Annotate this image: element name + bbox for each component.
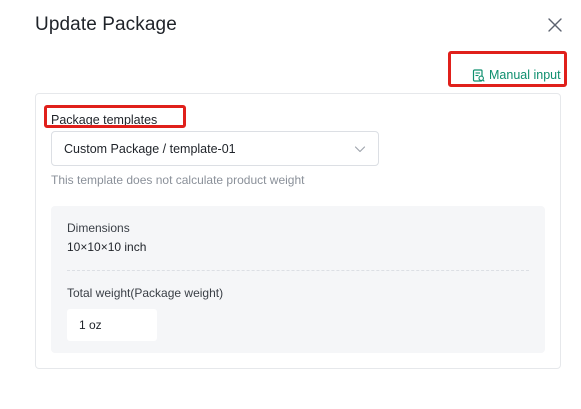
update-package-dialog: Update Package Manual input Package temp… — [0, 0, 581, 409]
package-templates-label: Package templates — [51, 113, 158, 127]
dimensions-value: 10×10×10 inch — [67, 240, 147, 254]
total-weight-label: Total weight(Package weight) — [67, 286, 224, 300]
manual-input-label: Manual input — [489, 68, 561, 82]
manual-input-button[interactable]: Manual input — [472, 68, 561, 82]
total-weight-field[interactable]: 1 oz — [67, 309, 157, 341]
dimensions-label: Dimensions — [67, 221, 130, 235]
template-hint-text: This template does not calculate product… — [51, 173, 305, 187]
edit-doc-icon — [472, 68, 485, 82]
package-template-select[interactable]: Custom Package / template-01 — [51, 131, 379, 166]
dashed-divider — [67, 270, 529, 271]
package-template-selected-value: Custom Package / template-01 — [64, 141, 236, 156]
dialog-title: Update Package — [35, 14, 177, 35]
chevron-down-icon — [354, 146, 366, 153]
close-icon[interactable] — [546, 16, 564, 34]
